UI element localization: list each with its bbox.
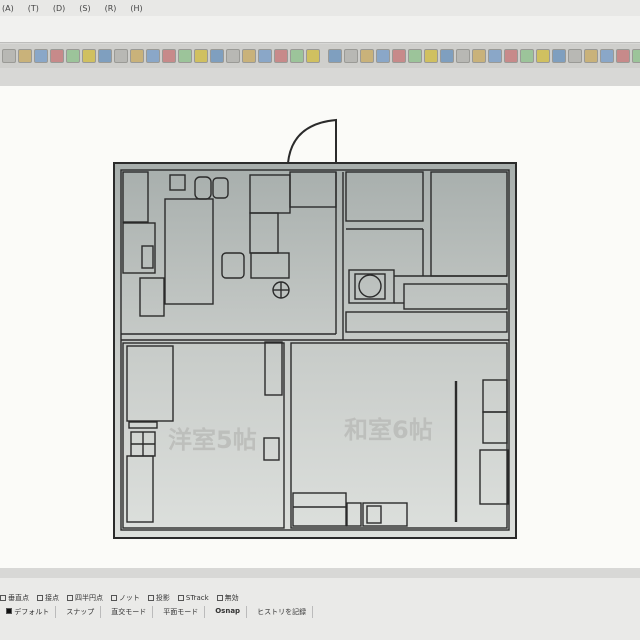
snap-option[interactable]: 接点	[37, 593, 59, 603]
toolbar-button[interactable]	[242, 49, 256, 63]
mode-ortho[interactable]: 直交モード	[105, 606, 154, 618]
toolbar-button[interactable]	[584, 49, 598, 63]
snap-option[interactable]: ノット	[111, 593, 140, 603]
toolbar-button[interactable]	[568, 49, 582, 63]
toolbar-button[interactable]	[258, 49, 272, 63]
toolbar-button[interactable]	[290, 49, 304, 63]
toolbar-button[interactable]	[162, 49, 176, 63]
mode-osnap[interactable]: Osnap	[209, 606, 248, 618]
toolbar-button[interactable]	[50, 49, 64, 63]
mode-row: デフォルト スナップ 直交モード 平面モード Osnap ヒストリを記録	[0, 606, 314, 618]
toolbar-button[interactable]	[98, 49, 112, 63]
toolbar-button[interactable]	[456, 49, 470, 63]
toolbar-button[interactable]	[488, 49, 502, 63]
menu-item[interactable]: (S)	[79, 4, 90, 13]
toolbar-button[interactable]	[226, 49, 240, 63]
toolbar-button[interactable]	[408, 49, 422, 63]
command-area[interactable]	[0, 16, 640, 43]
osnap-row: 垂直点 接点 四半円点 ノット 投影 STrack 無効	[0, 593, 239, 603]
toolbar-button[interactable]	[178, 49, 192, 63]
toolbar-button[interactable]	[440, 49, 454, 63]
toolbar-button[interactable]	[146, 49, 160, 63]
toolbar-button[interactable]	[18, 49, 32, 63]
mode-history[interactable]: ヒストリを記録	[251, 606, 314, 618]
viewport[interactable]: 洋室5帖 和室6帖	[0, 86, 640, 568]
toolbar-button[interactable]	[360, 49, 374, 63]
toolbar-button[interactable]	[600, 49, 614, 63]
menu-item[interactable]: (T)	[28, 4, 39, 13]
toolbar-button[interactable]	[194, 49, 208, 63]
toolbar-button[interactable]	[472, 49, 486, 63]
toolbar-button[interactable]	[130, 49, 144, 63]
toolbar-button[interactable]	[210, 49, 224, 63]
toolbar-button[interactable]	[632, 49, 640, 63]
mode-planar[interactable]: 平面モード	[157, 606, 206, 618]
room-label-japanese: 和室6帖	[344, 416, 433, 444]
room-label-western: 洋室5帖	[168, 426, 257, 454]
status-bar: 垂直点 接点 四半円点 ノット 投影 STrack 無効 デフォルト スナップ …	[0, 578, 640, 640]
menu-item[interactable]: (H)	[130, 4, 142, 13]
toolbar-separator	[322, 48, 326, 64]
menu-item[interactable]: (R)	[105, 4, 117, 13]
toolbar-button[interactable]	[392, 49, 406, 63]
mode-snap[interactable]: スナップ	[60, 606, 102, 618]
menu-bar: (A) (T) (D) (S) (R) (H)	[0, 0, 640, 16]
floor-plan: 洋室5帖 和室6帖	[113, 118, 517, 539]
toolbar-button[interactable]	[274, 49, 288, 63]
toolbar-button[interactable]	[328, 49, 342, 63]
snap-option[interactable]: 四半円点	[67, 593, 103, 603]
toolbar-button[interactable]	[376, 49, 390, 63]
snap-option[interactable]: 投影	[147, 593, 170, 603]
toolbar	[0, 44, 640, 68]
snap-option[interactable]: STrack	[177, 593, 209, 603]
toolbar-button[interactable]	[424, 49, 438, 63]
menu-item[interactable]: (A)	[2, 4, 14, 13]
toolbar-button[interactable]	[520, 49, 534, 63]
toolbar-button[interactable]	[552, 49, 566, 63]
toolbar-button[interactable]	[2, 49, 16, 63]
toolbar-button[interactable]	[344, 49, 358, 63]
snap-option[interactable]: 垂直点	[0, 593, 29, 603]
layer-indicator[interactable]: デフォルト	[0, 606, 57, 618]
toolbar-button[interactable]	[536, 49, 550, 63]
toolbar-button[interactable]	[306, 49, 320, 63]
snap-option[interactable]: 無効	[216, 593, 239, 603]
toolbar-button[interactable]	[504, 49, 518, 63]
toolbar-button[interactable]	[82, 49, 96, 63]
menu-item[interactable]: (D)	[53, 4, 65, 13]
toolbar-button[interactable]	[114, 49, 128, 63]
toolbar-button[interactable]	[616, 49, 630, 63]
toolbar-button[interactable]	[66, 49, 80, 63]
entrance-door-arc	[287, 118, 337, 164]
toolbar-button[interactable]	[34, 49, 48, 63]
